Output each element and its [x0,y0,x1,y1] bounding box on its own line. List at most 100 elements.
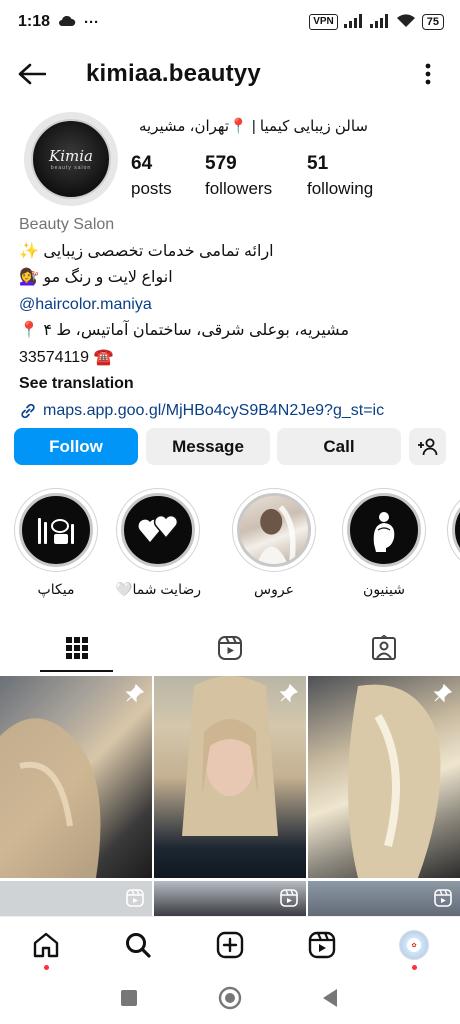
battery-indicator: 75 [421,14,444,30]
status-bar: 1:18 ··· VPN 75 [0,0,460,44]
nav-create[interactable] [212,927,248,963]
makeup-icon [19,493,93,567]
following-stat[interactable]: 51 following [307,152,373,202]
post-thumbnail[interactable] [308,881,460,916]
signal-icon-2 [369,13,390,31]
create-post-icon [216,931,244,959]
highlight-label: میکاپ [37,581,75,597]
highlight-bride[interactable]: عروس [230,488,318,598]
tagged-icon [371,635,396,660]
highlight-satisfaction[interactable]: رضایت شما🤍 [114,488,202,598]
bottom-navigation: ✿ [0,916,460,972]
call-button[interactable]: Call [277,428,401,465]
search-icon [126,933,151,958]
status-right: VPN 75 [309,13,444,31]
bride-photo [237,493,311,567]
posts-label: posts [131,179,172,198]
highlight-partial[interactable] [446,488,460,572]
signal-icon [343,13,364,31]
posts-stat[interactable]: 64 posts [131,152,205,202]
profile-avatar-icon: ✿ [399,930,429,960]
profile-stats: 64 posts 579 followers 51 following [131,152,373,202]
followers-stat[interactable]: 579 followers [205,152,307,202]
bio-external-link[interactable]: maps.app.goo.gl/MjHBo4cyS9B4N2Je9?g_st=i… [19,398,449,425]
tab-posts-grid[interactable] [0,624,153,672]
status-time: 1:18 [18,13,51,30]
profile-category: Beauty Salon [19,216,115,233]
status-left: 1:18 ··· [18,13,99,31]
highlight-label: شینیون [363,581,405,597]
profile-full-name: سالن زیبایی کیمیا | 📍تهران، مشیریه [139,118,368,135]
followers-label: followers [205,179,273,198]
highlight-ring [342,488,426,572]
hearts-icon [121,493,195,567]
profile-actions: Follow Message Call [14,428,446,466]
highlight-ring [116,488,200,572]
vertical-dots-icon [425,63,431,85]
nav-search[interactable] [120,927,156,963]
bio-phone: 33574119 ☎️ [19,348,114,366]
followers-count: 579 [205,153,237,174]
hair-bun-icon [347,493,421,567]
home-icon [33,932,59,958]
avatar-sub-text: beauty salon [50,165,92,171]
posts-grid [0,676,460,916]
post-thumbnail[interactable] [0,676,152,878]
add-person-icon [417,438,437,455]
bio-mention-link[interactable]: @haircolor.maniya [19,292,449,319]
recent-apps-button[interactable] [115,984,143,1012]
partial-highlight-icon [452,493,460,567]
nav-home[interactable] [28,927,64,963]
profile-bio: Beauty Salon ارائه تمامی خدمات تخصصی زیب… [19,212,449,424]
more-options-button[interactable] [416,56,440,92]
reels-icon [308,931,336,959]
bio-line-address: مشیریه، بوعلی شرقی، ساختمان آماتیس، ط ۴ … [19,322,350,339]
highlight-makeup[interactable]: میکاپ [12,488,100,598]
reels-icon [217,636,242,660]
home-system-button[interactable] [216,984,244,1012]
wifi-icon [396,13,416,31]
back-system-button[interactable] [316,984,344,1012]
suggested-accounts-button[interactable] [409,428,446,465]
external-link-text: maps.app.goo.gl/MjHBo4cyS9B4N2Je9?g_st=i… [43,401,385,419]
post-thumbnail[interactable] [0,881,152,916]
pin-icon [432,683,453,709]
profile-avatar[interactable]: Kimia beauty salon [24,112,118,206]
post-thumbnail[interactable] [308,676,460,878]
highlight-ring [14,488,98,572]
back-arrow-icon [18,63,46,85]
nav-reels[interactable] [304,927,340,963]
highlight-chignon[interactable]: شینیون [340,488,428,598]
profile-notification-dot [412,965,417,970]
grid-icon [65,637,88,659]
system-navigation-bar [0,972,460,1024]
back-button[interactable] [14,56,50,92]
link-icon [21,403,35,418]
follow-button[interactable]: Follow [14,428,138,465]
vpn-badge: VPN [309,14,338,30]
highlight-ring [232,488,316,572]
post-thumbnail[interactable] [154,881,306,916]
pin-icon [124,683,145,709]
highlight-label: عروس [254,581,294,597]
story-highlights: میکاپ رضایت شما🤍 عروس شینیون [0,488,460,598]
posts-count: 64 [131,153,153,174]
tab-reels[interactable] [153,624,306,672]
following-count: 51 [307,153,329,174]
tab-tagged[interactable] [307,624,460,672]
reel-indicator-icon [434,889,452,912]
see-translation-link[interactable]: See translation [19,371,449,398]
avatar-logo: Kimia beauty salon [31,119,111,199]
post-thumbnail[interactable] [154,676,306,878]
triangle-back-icon [323,989,337,1007]
message-button[interactable]: Message [146,428,270,465]
reel-indicator-icon [126,889,144,912]
more-notifications-dots: ··· [84,13,100,31]
square-icon [121,990,137,1006]
following-label: following [307,179,374,198]
home-notification-dot [44,965,49,970]
profile-header: kimiaa.beautyy [0,50,460,98]
nav-profile[interactable]: ✿ [396,927,432,963]
reel-indicator-icon [280,889,298,912]
bio-line-services: ارائه تمامی خدمات تخصصی زیبایی ✨ [19,242,274,260]
